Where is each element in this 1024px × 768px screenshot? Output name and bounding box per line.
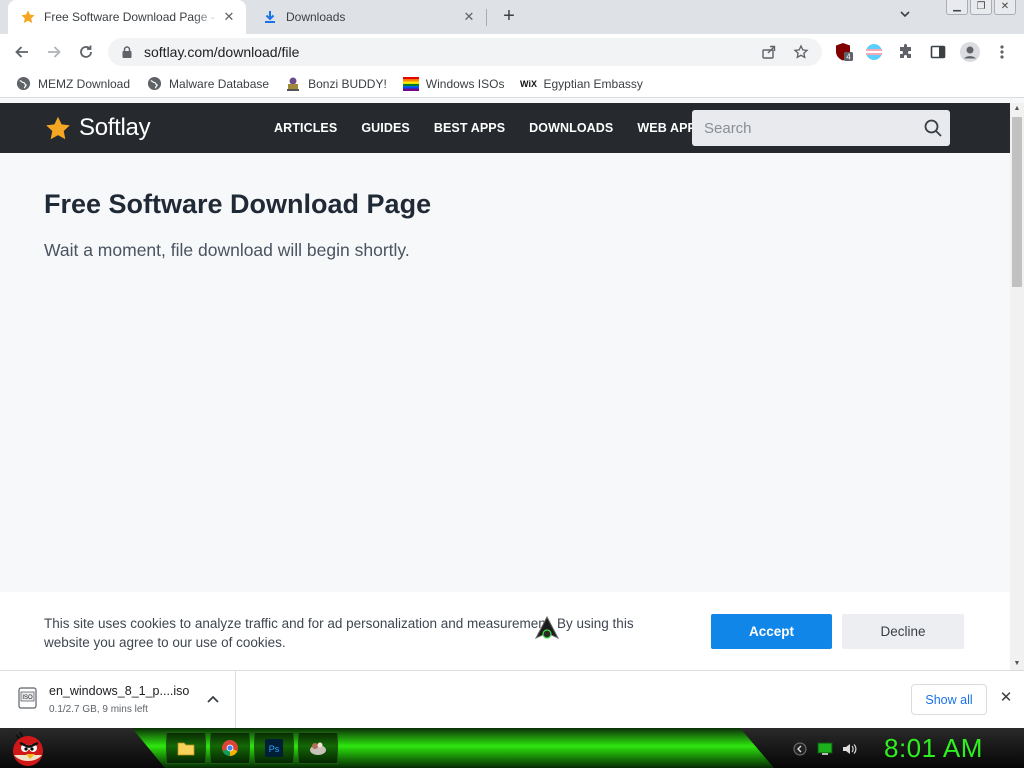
scroll-down-icon[interactable]: ▼ — [1010, 658, 1024, 670]
bookmark-bonzi-buddy[interactable]: Bonzi BUDDY! — [285, 76, 387, 92]
volume-icon[interactable] — [841, 741, 857, 757]
logo-text: Softlay — [79, 114, 151, 141]
taskbar: Ps 8:01 AM — [0, 728, 1024, 768]
photoshop-icon[interactable]: Ps — [254, 732, 294, 764]
show-all-button[interactable]: Show all — [911, 684, 987, 715]
chrome-icon[interactable] — [210, 732, 250, 764]
close-tab-icon[interactable]: ✕ — [460, 8, 478, 26]
decline-cookies-button[interactable]: Decline — [842, 614, 964, 649]
page-subtitle: Wait a moment, file download will begin … — [44, 240, 410, 260]
chevron-up-icon[interactable] — [205, 692, 221, 708]
svg-text:4: 4 — [846, 53, 851, 62]
iso-file-icon: ISO — [18, 687, 37, 709]
tab-search-chevron-icon[interactable] — [896, 8, 914, 26]
tab-title: Downloads — [286, 10, 346, 24]
close-shelf-icon[interactable]: ✕ — [998, 690, 1014, 706]
star-logo-icon — [46, 116, 70, 139]
bookmark-label: Windows ISOs — [425, 76, 505, 91]
network-monitor-icon[interactable] — [817, 741, 833, 757]
tray-chevron-icon[interactable] — [792, 741, 808, 757]
page-title: Free Software Download Page — [44, 189, 432, 219]
pride-extension-icon[interactable] — [864, 42, 884, 62]
accept-cookies-button[interactable]: Accept — [711, 614, 832, 649]
download-favicon-icon — [262, 9, 278, 25]
close-window-icon[interactable]: ✕ — [994, 0, 1016, 15]
extensions-puzzle-icon[interactable] — [896, 42, 916, 62]
nav-articles[interactable]: ARTICLES — [274, 121, 337, 135]
app-icon[interactable] — [298, 732, 338, 764]
nav-guides[interactable]: GUIDES — [361, 121, 410, 135]
lock-icon[interactable] — [120, 46, 134, 58]
search-input[interactable] — [692, 119, 910, 137]
taskbar-clock[interactable]: 8:01 AM — [884, 733, 983, 764]
rainbow-flag-icon — [402, 76, 419, 92]
scroll-up-icon[interactable]: ▲ — [1010, 103, 1024, 115]
download-file-name: en_windows_8_1_p....iso — [49, 684, 190, 698]
bookmark-star-icon[interactable] — [792, 43, 810, 61]
forward-arrow-icon[interactable] — [42, 40, 66, 64]
menu-kebab-icon[interactable] — [992, 42, 1012, 62]
back-arrow-icon[interactable] — [10, 40, 34, 64]
nav-best-apps[interactable]: BEST APPS — [434, 121, 505, 135]
url-text[interactable]: softlay.com/download/file — [144, 44, 299, 60]
scroll-thumb[interactable] — [1012, 117, 1022, 287]
busy-cursor-icon — [535, 616, 559, 640]
bookmark-label: Egyptian Embassy — [543, 76, 643, 91]
tab-softlay[interactable]: Free Software Download Page - S ✕ — [8, 0, 246, 34]
svg-text:ISO: ISO — [22, 695, 33, 701]
site-logo[interactable]: Softlay — [44, 114, 151, 142]
tab-downloads[interactable]: Downloads ✕ — [250, 0, 486, 34]
restore-icon[interactable]: ❐ — [970, 0, 992, 15]
site-menu: ARTICLES GUIDES BEST APPS DOWNLOADS WEB … — [262, 103, 716, 153]
bookmarks-bar: MEMZ Download Malware Database Bonzi BUD… — [0, 70, 1024, 98]
bookmark-malware-database[interactable]: Malware Database — [146, 76, 269, 92]
profile-avatar-icon[interactable] — [960, 42, 980, 62]
start-button-angry-bird-icon[interactable] — [8, 729, 48, 767]
page-scrollbar[interactable]: ▲ ▼ — [1010, 103, 1024, 670]
download-shelf: ISO en_windows_8_1_p....iso 0.1/2.7 GB, … — [0, 670, 1024, 728]
ublock-extension-icon[interactable]: 4 — [834, 42, 854, 62]
window-controls: ▁ ❐ ✕ — [946, 0, 1016, 15]
search-icon[interactable] — [924, 119, 942, 137]
star-favicon-icon — [20, 9, 36, 25]
bookmark-label: Malware Database — [169, 76, 270, 91]
address-bar[interactable]: softlay.com/download/file — [108, 38, 822, 66]
file-explorer-icon[interactable] — [166, 732, 206, 764]
web-page: Softlay ARTICLES GUIDES BEST APPS DOWNLO… — [0, 103, 1010, 670]
bonzi-icon — [285, 76, 301, 92]
download-item[interactable]: ISO en_windows_8_1_p....iso 0.1/2.7 GB, … — [0, 671, 236, 728]
bookmark-label: Bonzi BUDDY! — [308, 76, 387, 91]
bookmark-label: MEMZ Download — [38, 76, 131, 91]
side-panel-icon[interactable] — [928, 42, 948, 62]
globe-icon — [15, 76, 31, 92]
site-search — [692, 110, 950, 146]
tab-title: Free Software Download Page - S — [44, 10, 220, 24]
browser-toolbar: softlay.com/download/file 4 — [0, 34, 1024, 70]
nav-downloads[interactable]: DOWNLOADS — [529, 121, 613, 135]
tab-strip: Free Software Download Page - S ✕ Downlo… — [0, 0, 1024, 34]
bookmark-windows-isos[interactable]: Windows ISOs — [402, 76, 505, 92]
site-header: Softlay ARTICLES GUIDES BEST APPS DOWNLO… — [0, 103, 1010, 153]
wix-icon: WiX — [520, 78, 537, 89]
new-tab-icon[interactable]: + — [498, 6, 520, 28]
share-icon[interactable] — [760, 43, 778, 61]
close-tab-icon[interactable]: ✕ — [220, 8, 238, 26]
globe-icon — [146, 76, 162, 92]
cookie-text: This site uses cookies to analyze traffi… — [44, 616, 634, 650]
download-status: 0.1/2.7 GB, 9 mins left — [49, 704, 148, 715]
tab-separator — [486, 9, 487, 26]
cookie-banner: This site uses cookies to analyze traffi… — [0, 592, 1010, 670]
svg-text:Ps: Ps — [269, 744, 280, 754]
bookmark-memz[interactable]: MEMZ Download — [15, 76, 130, 92]
bookmark-egyptian-embassy[interactable]: WiX Egyptian Embassy — [520, 76, 643, 92]
minimize-icon[interactable]: ▁ — [946, 0, 968, 15]
reload-icon[interactable] — [74, 40, 98, 64]
